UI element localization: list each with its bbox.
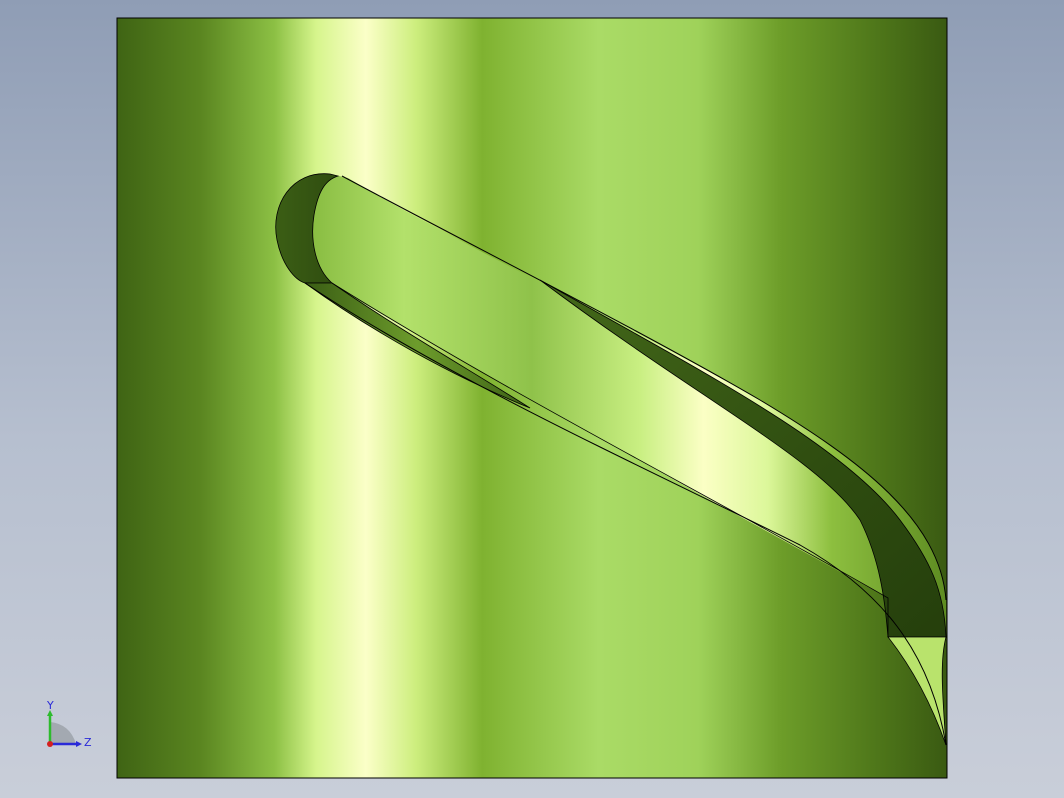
z-arrow-icon <box>76 741 82 747</box>
x-axis-dot-icon <box>47 741 53 747</box>
graphics-viewport[interactable]: Y Z <box>0 0 1064 798</box>
triad-view-wedge <box>50 722 76 744</box>
coordinate-triad[interactable]: Y Z <box>40 700 96 756</box>
y-axis-label: Y <box>46 700 54 712</box>
z-axis-label: Z <box>84 736 92 749</box>
3d-model-view[interactable] <box>0 0 1064 798</box>
